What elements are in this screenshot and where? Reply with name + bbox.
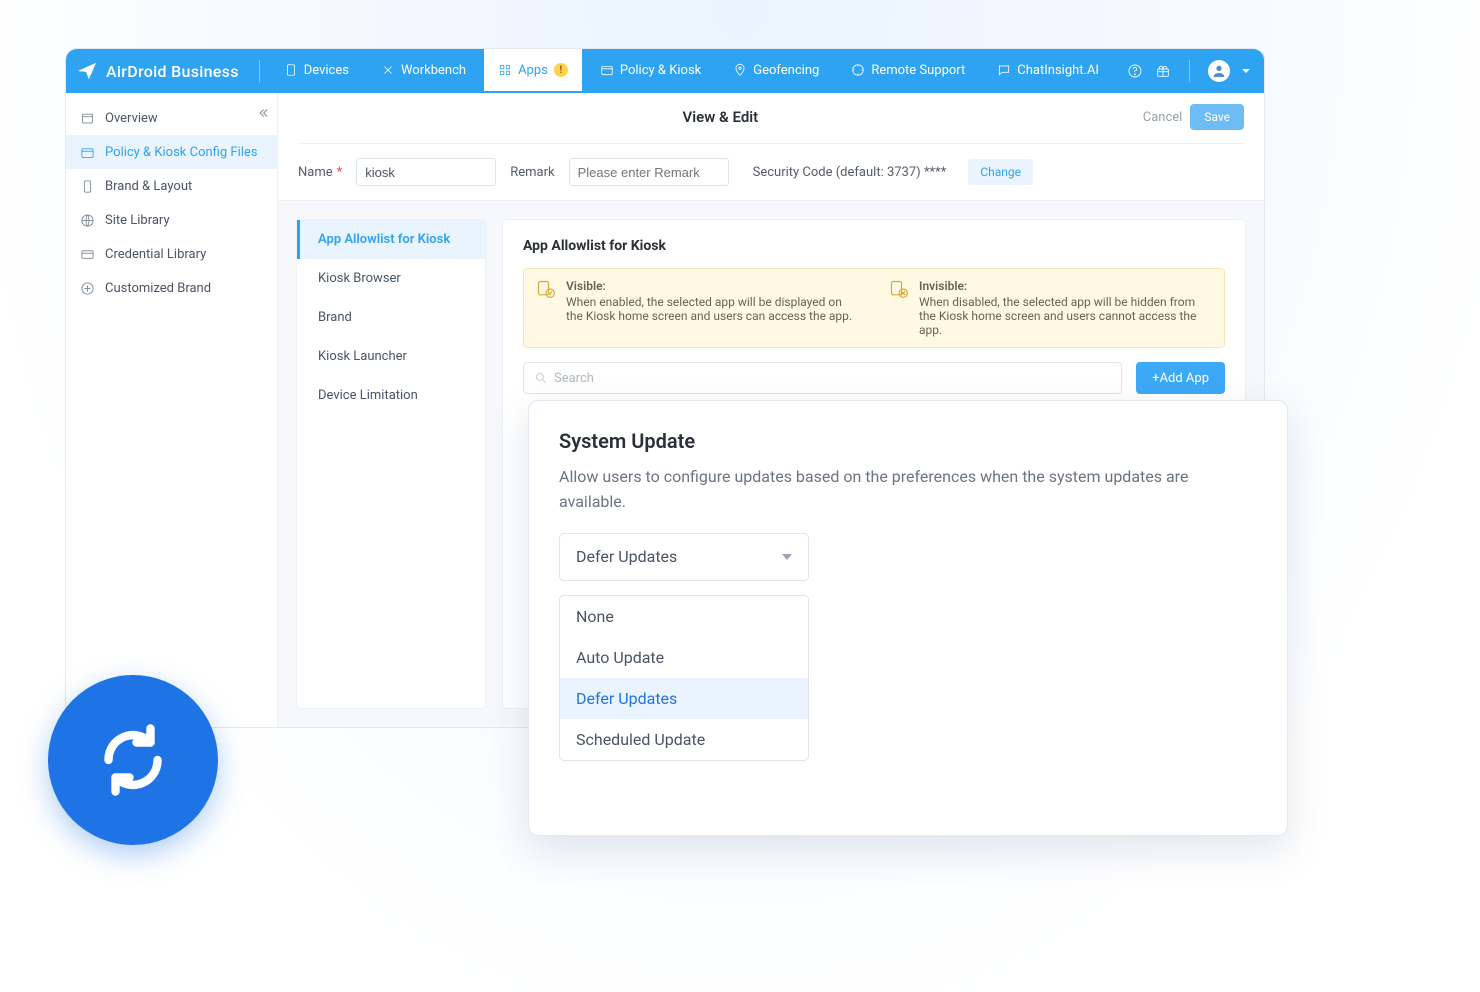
system-update-popover: System Update Allow users to configure u… bbox=[528, 400, 1288, 836]
nav-devices[interactable]: Devices bbox=[270, 49, 363, 93]
sidenav: Overview Policy & Kiosk Config Files Bra… bbox=[66, 93, 278, 727]
panel-title: App Allowlist for Kiosk bbox=[523, 238, 1225, 254]
brand-name: AirDroid Business bbox=[106, 62, 239, 81]
topbar-right bbox=[1127, 60, 1250, 82]
option-auto-update[interactable]: Auto Update bbox=[560, 637, 808, 678]
security-code-label: Security Code (default: 3737) **** bbox=[753, 165, 947, 180]
invisible-icon bbox=[889, 279, 909, 299]
sidebar-item-customized-brand[interactable]: Customized Brand bbox=[66, 271, 277, 305]
change-button[interactable]: Change bbox=[968, 159, 1033, 185]
subnav: App Allowlist for Kiosk Kiosk Browser Br… bbox=[296, 219, 486, 709]
chevron-down-icon bbox=[782, 554, 792, 560]
sync-icon bbox=[91, 718, 175, 802]
cancel-button[interactable]: Cancel bbox=[1143, 110, 1183, 125]
option-scheduled-update[interactable]: Scheduled Update bbox=[560, 719, 808, 760]
gift-icon[interactable] bbox=[1155, 63, 1171, 79]
search-input[interactable]: Search bbox=[523, 362, 1122, 394]
subnav-brand[interactable]: Brand bbox=[297, 298, 485, 337]
sidebar-item-credential-library[interactable]: Credential Library bbox=[66, 237, 277, 271]
add-app-button[interactable]: +Add App bbox=[1136, 362, 1225, 394]
remark-label: Remark bbox=[510, 165, 554, 180]
visible-icon bbox=[536, 279, 556, 299]
nav-chatinsight[interactable]: ChatInsight.AI bbox=[983, 49, 1113, 93]
paper-plane-icon bbox=[76, 60, 98, 82]
subnav-kiosk-launcher[interactable]: Kiosk Launcher bbox=[297, 337, 485, 376]
sidebar-item-overview[interactable]: Overview bbox=[66, 101, 277, 135]
sidebar-item-policy-kiosk-config[interactable]: Policy & Kiosk Config Files bbox=[66, 135, 277, 169]
nav-geofencing[interactable]: Geofencing bbox=[719, 49, 833, 93]
topbar: AirDroid Business Devices Workbench Apps… bbox=[66, 49, 1264, 93]
update-mode-options: None Auto Update Defer Updates Scheduled… bbox=[559, 595, 809, 761]
option-none[interactable]: None bbox=[560, 596, 808, 637]
avatar[interactable] bbox=[1208, 60, 1230, 82]
apps-badge-icon: ! bbox=[554, 63, 568, 77]
search-icon bbox=[534, 371, 548, 385]
name-label: Name * bbox=[298, 165, 342, 180]
update-mode-select[interactable]: Defer Updates bbox=[559, 533, 809, 581]
subnav-app-allowlist[interactable]: App Allowlist for Kiosk bbox=[297, 220, 485, 259]
nav-remote-support[interactable]: Remote Support bbox=[837, 49, 979, 93]
option-defer-updates[interactable]: Defer Updates bbox=[560, 678, 808, 719]
info-box: Visible: When enabled, the selected app … bbox=[523, 268, 1225, 348]
help-icon[interactable] bbox=[1127, 63, 1143, 79]
subnav-device-limitation[interactable]: Device Limitation bbox=[297, 376, 485, 415]
remark-input[interactable] bbox=[569, 158, 729, 186]
sync-badge bbox=[48, 675, 218, 845]
main-header: View & Edit Cancel Save Name * Remark Se… bbox=[278, 93, 1264, 201]
chevron-down-icon[interactable] bbox=[1242, 69, 1250, 73]
page-title: View & Edit bbox=[683, 108, 759, 126]
subnav-kiosk-browser[interactable]: Kiosk Browser bbox=[297, 259, 485, 298]
sidebar-item-brand-layout[interactable]: Brand & Layout bbox=[66, 169, 277, 203]
nav-policy-kiosk[interactable]: Policy & Kiosk bbox=[586, 49, 715, 93]
collapse-icon[interactable] bbox=[259, 105, 273, 124]
popover-title: System Update bbox=[559, 429, 1257, 453]
sidebar-item-site-library[interactable]: Site Library bbox=[66, 203, 277, 237]
nav-apps[interactable]: Apps ! bbox=[484, 49, 582, 93]
save-button[interactable]: Save bbox=[1190, 104, 1244, 130]
popover-description: Allow users to configure updates based o… bbox=[559, 465, 1257, 515]
name-input[interactable] bbox=[356, 158, 496, 186]
nav-workbench[interactable]: Workbench bbox=[367, 49, 480, 93]
brand-logo: AirDroid Business bbox=[76, 60, 239, 82]
